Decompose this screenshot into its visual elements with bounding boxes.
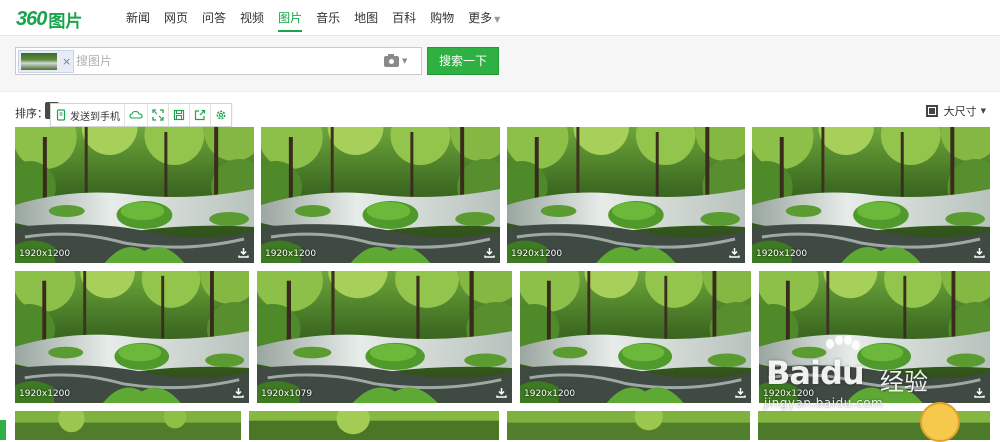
download-icon[interactable] xyxy=(238,247,249,258)
result-image-tile[interactable] xyxy=(507,411,750,440)
gear-icon xyxy=(216,110,226,120)
phone-icon xyxy=(56,109,66,121)
camera-icon xyxy=(384,53,399,67)
chevron-down-icon: ▼ xyxy=(494,15,501,24)
nav-item-more[interactable]: 更多 ▼ xyxy=(468,0,500,36)
forest-canopy-image xyxy=(507,411,750,440)
result-image-tile[interactable]: 1920x1079 xyxy=(257,271,512,403)
chevron-down-icon: ▼ xyxy=(402,57,408,65)
search-input[interactable] xyxy=(76,52,376,70)
save-icon xyxy=(173,109,185,121)
forest-stream-image xyxy=(15,127,254,263)
image-dimensions: 1920x1200 xyxy=(756,249,808,259)
forest-stream-image xyxy=(752,127,990,263)
save-button[interactable] xyxy=(169,104,190,126)
forest-canopy-image xyxy=(758,411,990,440)
image-search-button[interactable]: ▼ xyxy=(384,53,414,69)
result-image-tile[interactable]: 1920x1200 xyxy=(752,127,990,263)
download-icon[interactable] xyxy=(729,247,740,258)
download-icon[interactable] xyxy=(233,387,244,398)
download-icon[interactable] xyxy=(974,387,985,398)
image-dimensions: 1920x1200 xyxy=(524,389,576,399)
nav-item-images[interactable]: 图片 xyxy=(278,0,303,36)
expand-icon xyxy=(152,109,164,121)
forest-stream-image xyxy=(257,271,512,403)
top-navigation-bar: 360 图片 新闻 网页 问答 视频 图片 音乐 地图 百科 购物 更多 ▼ xyxy=(0,0,1000,36)
forest-canopy-image xyxy=(15,411,241,440)
forest-stream-image xyxy=(520,271,751,403)
search-area: × ▼ 搜索一下 xyxy=(0,36,1000,92)
forest-stream-image xyxy=(261,127,500,263)
image-dimensions: 1920x1079 xyxy=(261,389,313,399)
download-icon[interactable] xyxy=(974,247,985,258)
nav-item-baike[interactable]: 百科 xyxy=(392,0,416,36)
result-image-tile[interactable]: 1920x1200 xyxy=(261,127,500,263)
nav-item-news[interactable]: 新闻 xyxy=(126,0,150,36)
nav-item-qa[interactable]: 问答 xyxy=(202,0,226,36)
download-icon[interactable] xyxy=(484,247,495,258)
forest-canopy-image xyxy=(249,411,499,440)
size-icon xyxy=(925,105,938,117)
send-to-phone-button[interactable]: 发送到手机 xyxy=(51,104,125,126)
result-image-tile[interactable]: 1920x1200 xyxy=(520,271,751,403)
forest-stream-image xyxy=(759,271,990,403)
logo-number: 360 xyxy=(16,7,47,30)
result-image-tile[interactable]: 1920x1200 xyxy=(759,271,990,403)
nav-item-music[interactable]: 音乐 xyxy=(316,0,340,36)
nav-item-shopping[interactable]: 购物 xyxy=(430,0,454,36)
share-icon xyxy=(194,109,206,121)
cloud-icon xyxy=(129,110,143,119)
size-filter-label: 大尺寸 xyxy=(943,105,977,118)
result-image-tile[interactable]: 1920x1200 xyxy=(15,127,254,263)
close-icon[interactable]: × xyxy=(62,55,71,68)
forest-stream-image xyxy=(507,127,745,263)
uploaded-image-chip[interactable]: × xyxy=(18,50,74,73)
feedback-tab[interactable] xyxy=(0,420,6,440)
sort-bar: 排序： 发送到手机 大尺寸 ▼ xyxy=(0,100,1000,127)
result-image-tile[interactable] xyxy=(15,411,241,440)
sort-label: 排序： xyxy=(15,107,48,120)
result-image-tile[interactable] xyxy=(758,411,990,440)
image-dimensions: 1920x1200 xyxy=(19,389,71,399)
result-image-tile[interactable]: 1920x1200 xyxy=(507,127,745,263)
nav-item-web[interactable]: 网页 xyxy=(164,0,188,36)
main-nav: 新闻 网页 问答 视频 图片 音乐 地图 百科 购物 更多 ▼ xyxy=(126,0,514,36)
image-dimensions: 1920x1200 xyxy=(19,249,71,259)
search-button[interactable]: 搜索一下 xyxy=(427,47,499,75)
size-filter-dropdown[interactable]: 大尺寸 ▼ xyxy=(925,103,986,119)
send-to-phone-label: 发送到手机 xyxy=(70,111,120,123)
result-image-tile[interactable]: 1920x1200 xyxy=(15,271,249,403)
settings-button[interactable] xyxy=(211,104,231,126)
nav-more-label: 更多 xyxy=(468,11,493,25)
logo-text: 图片 xyxy=(48,11,83,32)
nav-item-map[interactable]: 地图 xyxy=(354,0,378,36)
image-toolstrip: 发送到手机 xyxy=(50,103,232,127)
image-dimensions: 1920x1200 xyxy=(763,389,815,399)
fullscreen-button[interactable] xyxy=(148,104,169,126)
download-icon[interactable] xyxy=(496,387,507,398)
share-button[interactable] xyxy=(190,104,211,126)
search-box: × ▼ xyxy=(15,47,422,75)
chevron-down-icon: ▼ xyxy=(980,107,986,115)
result-image-tile[interactable] xyxy=(249,411,499,440)
forest-stream-image xyxy=(15,271,249,403)
download-icon[interactable] xyxy=(735,387,746,398)
site-logo[interactable]: 360 图片 xyxy=(16,7,83,32)
image-dimensions: 1920x1200 xyxy=(265,249,317,259)
cloud-button[interactable] xyxy=(125,104,148,126)
uploaded-image-thumbnail xyxy=(21,53,57,70)
image-dimensions: 1920x1200 xyxy=(511,249,563,259)
nav-item-video[interactable]: 视频 xyxy=(240,0,264,36)
